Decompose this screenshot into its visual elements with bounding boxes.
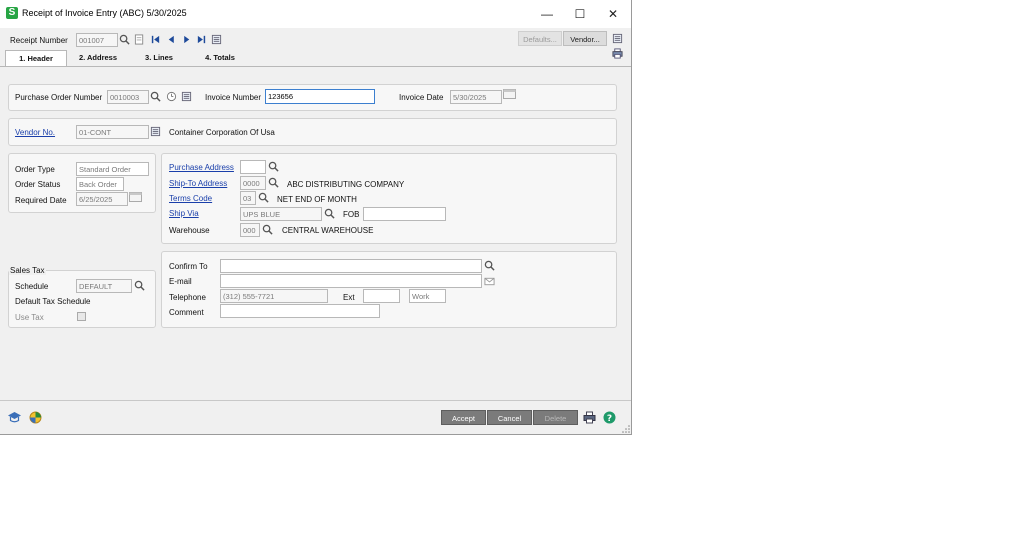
receipt-number-field[interactable]: 001007 — [76, 33, 118, 47]
search-icon[interactable] — [262, 224, 273, 235]
search-icon[interactable] — [258, 192, 269, 203]
email-label: E-mail — [169, 277, 192, 286]
graduation-cap-icon[interactable] — [7, 411, 22, 424]
memo-icon[interactable] — [150, 126, 161, 137]
help-compass-icon[interactable] — [29, 411, 42, 424]
vendor-name: Container Corporation Of Usa — [169, 128, 275, 137]
order-type-field[interactable]: Standard Order — [76, 162, 149, 176]
tab-divider — [0, 66, 631, 67]
title-bar: S Receipt of Invoice Entry (ABC) 5/30/20… — [0, 0, 631, 28]
clock-icon[interactable] — [166, 91, 177, 102]
search-icon[interactable] — [119, 34, 130, 45]
search-icon[interactable] — [268, 177, 279, 188]
schedule-field[interactable]: DEFAULT — [76, 279, 132, 293]
search-icon[interactable] — [324, 208, 335, 219]
ship-to-field[interactable]: 0000 — [240, 176, 266, 190]
calendar-icon[interactable] — [129, 192, 142, 202]
ship-via-link[interactable]: Ship Via — [169, 209, 199, 218]
memo-icon[interactable] — [211, 34, 222, 45]
ext-field[interactable] — [363, 289, 400, 303]
comment-field[interactable] — [220, 304, 380, 318]
phone-type-field[interactable]: Work — [409, 289, 446, 303]
confirm-to-label: Confirm To — [169, 262, 208, 271]
next-number-icon[interactable] — [134, 34, 145, 45]
close-button[interactable]: ✕ — [601, 6, 625, 22]
warehouse-field[interactable]: 000 — [240, 223, 260, 237]
invoice-number-input[interactable]: 123656 — [265, 89, 375, 104]
vendor-no-link[interactable]: Vendor No. — [15, 128, 55, 137]
vendor-button[interactable]: Vendor... — [563, 31, 607, 46]
memo-icon[interactable] — [612, 33, 623, 44]
invoice-date-field[interactable]: 5/30/2025 — [450, 90, 502, 104]
confirm-to-field[interactable] — [220, 259, 482, 273]
comment-label: Comment — [169, 308, 204, 317]
accept-button[interactable]: Accept — [441, 410, 486, 425]
ext-label: Ext — [343, 293, 355, 302]
ship-via-field[interactable]: UPS BLUE — [240, 207, 322, 221]
po-number-field[interactable]: 0010003 — [107, 90, 149, 104]
search-icon[interactable] — [484, 260, 495, 271]
last-record-icon[interactable] — [196, 34, 207, 45]
required-date-field[interactable]: 6/25/2025 — [76, 192, 128, 206]
sage-app-icon: S — [6, 7, 18, 19]
delete-button[interactable]: Delete — [533, 410, 578, 425]
warehouse-label: Warehouse — [169, 226, 210, 235]
telephone-label: Telephone — [169, 293, 206, 302]
calendar-icon[interactable] — [503, 89, 516, 99]
invoice-number-label: Invoice Number — [205, 93, 262, 102]
receipt-number-label: Receipt Number — [10, 36, 68, 45]
email-field[interactable] — [220, 274, 482, 288]
schedule-label: Schedule — [15, 282, 49, 291]
tab-address[interactable]: 2. Address — [70, 50, 126, 66]
order-status-label: Order Status — [15, 180, 61, 189]
search-icon[interactable] — [268, 161, 279, 172]
svg-text:?: ? — [607, 414, 612, 424]
po-number-label: Purchase Order Number — [15, 93, 103, 102]
search-icon[interactable] — [150, 91, 161, 102]
default-tax-schedule-label: Default Tax Schedule — [15, 297, 91, 306]
purchase-address-link[interactable]: Purchase Address — [169, 163, 234, 172]
footer-divider — [0, 400, 631, 401]
warehouse-description: CENTRAL WAREHOUSE — [282, 226, 374, 235]
next-record-icon[interactable] — [181, 34, 192, 45]
printer-icon[interactable] — [583, 411, 596, 424]
search-icon[interactable] — [134, 280, 145, 291]
fob-field[interactable] — [363, 207, 446, 221]
order-type-label: Order Type — [15, 165, 55, 174]
printer-icon[interactable] — [612, 48, 623, 59]
terms-description: NET END OF MONTH — [277, 195, 357, 204]
purchase-address-field[interactable] — [240, 160, 266, 174]
defaults-button[interactable]: Defaults... — [518, 31, 562, 46]
window-title: Receipt of Invoice Entry (ABC) 5/30/2025 — [22, 8, 187, 18]
previous-record-icon[interactable] — [166, 34, 177, 45]
terms-code-link[interactable]: Terms Code — [169, 194, 212, 203]
receipt-of-invoice-window: S Receipt of Invoice Entry (ABC) 5/30/20… — [0, 0, 632, 435]
fob-label: FOB — [343, 210, 360, 219]
use-tax-checkbox[interactable] — [77, 312, 86, 321]
cancel-button[interactable]: Cancel — [487, 410, 532, 425]
maximize-button[interactable]: ☐ — [568, 6, 592, 22]
ship-to-name: ABC DISTRIBUTING COMPANY — [287, 180, 405, 189]
terms-code-field[interactable]: 03 — [240, 191, 256, 205]
sales-tax-heading: Sales Tax — [9, 266, 46, 275]
ship-to-address-link[interactable]: Ship-To Address — [169, 179, 227, 188]
telephone-field[interactable]: (312) 555-7721 — [220, 289, 328, 303]
help-icon[interactable]: ? — [603, 411, 616, 424]
tab-header[interactable]: 1. Header — [5, 50, 67, 67]
envelope-icon[interactable] — [484, 276, 495, 287]
invoice-date-label: Invoice Date — [399, 93, 444, 102]
order-status-field[interactable]: Back Order — [76, 177, 124, 191]
memo-icon[interactable] — [181, 91, 192, 102]
tab-totals[interactable]: 4. Totals — [196, 50, 244, 66]
vendor-no-field[interactable]: 01-CONT — [76, 125, 149, 139]
use-tax-label: Use Tax — [15, 313, 44, 322]
required-date-label: Required Date — [15, 196, 67, 205]
resize-grip-icon[interactable] — [622, 425, 631, 434]
tab-lines[interactable]: 3. Lines — [135, 50, 183, 66]
minimize-button[interactable]: — — [535, 6, 559, 22]
first-record-icon[interactable] — [150, 34, 161, 45]
